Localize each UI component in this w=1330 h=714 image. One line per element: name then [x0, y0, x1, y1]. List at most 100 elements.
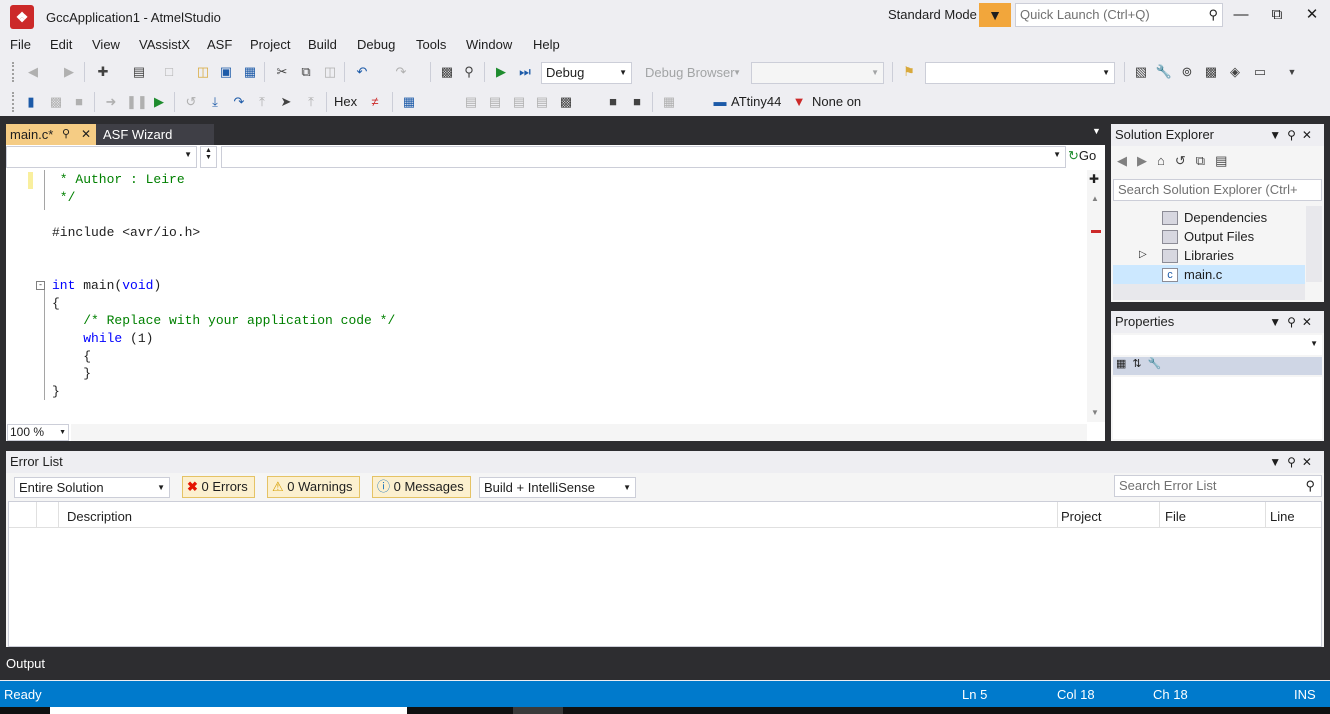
- panel-controls-icon[interactable]: ▼⚲✕: [1269, 451, 1318, 473]
- scroll-up-icon[interactable]: ▲: [1091, 194, 1099, 203]
- debug-windows-icon[interactable]: ▦: [400, 93, 418, 111]
- expand-icon[interactable]: ▷: [1139, 249, 1147, 260]
- device-programming-icon[interactable]: ▩: [438, 63, 456, 81]
- horizontal-scrollbar[interactable]: [71, 424, 1087, 441]
- panel-controls-icon[interactable]: ▼⚲✕: [1269, 124, 1318, 146]
- code-area[interactable]: - * Author : Leire */ #include <avr/io.h…: [6, 170, 1087, 422]
- tree-item-main-c[interactable]: c main.c: [1162, 267, 1222, 282]
- show-next-statement-icon[interactable]: ➜: [102, 93, 120, 111]
- paste-icon[interactable]: ◫: [321, 63, 339, 81]
- break-all-icon[interactable]: ▮: [22, 93, 40, 111]
- menu-tools[interactable]: Tools: [416, 37, 446, 52]
- quick-launch-input[interactable]: Quick Launch (Ctrl+Q) ⚲: [1015, 3, 1223, 27]
- back-icon[interactable]: ◀: [24, 63, 42, 81]
- properties-icon[interactable]: ▤: [1215, 153, 1237, 168]
- scroll-down-icon[interactable]: ▼: [1091, 408, 1099, 417]
- tool-label[interactable]: None on: [812, 94, 861, 109]
- extensions-icon[interactable]: ◈: [1226, 63, 1244, 81]
- taskbar-search[interactable]: [50, 707, 407, 714]
- start-without-debugging-icon[interactable]: ⏭: [516, 63, 534, 81]
- debug-browser-select[interactable]: Debug Browser ▼: [640, 62, 746, 84]
- property-pages-icon[interactable]: 🔧: [1148, 358, 1168, 370]
- step-into-icon[interactable]: ⤓: [206, 93, 224, 111]
- collapse-all-icon[interactable]: ⧉: [1196, 153, 1215, 168]
- history-icon[interactable]: ↺: [1175, 153, 1196, 168]
- class-view-icon[interactable]: ▩: [1202, 63, 1220, 81]
- output-tab[interactable]: Output: [0, 652, 60, 676]
- menu-help[interactable]: Help: [533, 37, 560, 52]
- reset-icon[interactable]: ↺: [182, 93, 200, 111]
- registers-icon[interactable]: ▤: [486, 93, 504, 111]
- configuration-select[interactable]: Debug ▼: [541, 62, 632, 84]
- toolbar-overflow-icon[interactable]: ▼: [1283, 63, 1301, 81]
- tab-overflow-icon[interactable]: ▼: [1092, 126, 1101, 136]
- forward-icon[interactable]: ▶: [1137, 153, 1157, 168]
- stop-icon[interactable]: ■: [70, 93, 88, 111]
- messages-filter-button[interactable]: ⓘ 0 Messages: [372, 476, 471, 498]
- step-over-icon[interactable]: ↷: [230, 93, 248, 111]
- window-layout-icon[interactable]: ▭: [1251, 63, 1269, 81]
- tree-item-libraries[interactable]: Libraries: [1162, 248, 1234, 263]
- solution-search-input[interactable]: Search Solution Explorer (Ctrl+: [1113, 179, 1322, 201]
- errors-filter-button[interactable]: ✖ 0 Errors: [182, 476, 255, 498]
- start-debugging-icon[interactable]: ▶: [492, 63, 510, 81]
- member-nav-select[interactable]: ▼: [221, 146, 1066, 168]
- undo-icon[interactable]: ↶: [353, 63, 371, 81]
- cut-icon[interactable]: ✂: [273, 63, 291, 81]
- menu-edit[interactable]: Edit: [50, 37, 72, 52]
- taskbar-item[interactable]: [513, 707, 563, 714]
- device-icon[interactable]: ▩: [47, 93, 65, 111]
- add-item-icon[interactable]: □: [160, 63, 178, 81]
- device-label[interactable]: ATtiny44: [731, 94, 781, 109]
- set-next-statement-icon[interactable]: ⤒: [302, 93, 320, 111]
- source-select[interactable]: Build + IntelliSense ▼: [479, 477, 636, 498]
- solution-explorer-icon[interactable]: ▧: [1132, 63, 1150, 81]
- forward-icon[interactable]: ▶: [60, 63, 78, 81]
- find-icon[interactable]: ⚲: [460, 63, 478, 81]
- back-icon[interactable]: ◀: [1117, 153, 1137, 168]
- tab-asf-wizard[interactable]: ASF Wizard: [96, 124, 214, 145]
- menu-file[interactable]: File: [10, 37, 31, 52]
- find-combo[interactable]: ▼: [925, 62, 1115, 84]
- pause-icon[interactable]: ❚❚: [126, 93, 148, 111]
- tree-scrollbar[interactable]: [1306, 206, 1322, 282]
- menu-window[interactable]: Window: [466, 37, 512, 52]
- copy-icon[interactable]: ⧉: [297, 63, 315, 81]
- continue-icon[interactable]: ▶: [150, 93, 168, 111]
- platform-select[interactable]: ▼: [751, 62, 884, 84]
- open-folder-icon[interactable]: ◫: [194, 63, 212, 81]
- menu-project[interactable]: Project: [250, 37, 290, 52]
- maximize-button[interactable]: ⧉: [1265, 5, 1289, 25]
- project-nav-select[interactable]: ▼: [6, 146, 197, 168]
- panel-controls-icon[interactable]: ▼⚲✕: [1269, 311, 1318, 333]
- scope-select[interactable]: Entire Solution ▼: [14, 477, 170, 498]
- go-button[interactable]: ↻Go: [1068, 148, 1096, 164]
- close-button[interactable]: ✕: [1300, 5, 1324, 25]
- upload-icon[interactable]: ■: [604, 93, 622, 111]
- new-file-icon[interactable]: ▤: [130, 63, 148, 81]
- object-select[interactable]: ▼: [1113, 335, 1322, 355]
- redo-icon[interactable]: ↷: [392, 63, 410, 81]
- column-project[interactable]: Project: [1061, 509, 1101, 524]
- pin-icon[interactable]: ⚲: [62, 127, 70, 140]
- zoom-select[interactable]: 100 % ▼: [7, 424, 69, 441]
- categorized-icon[interactable]: ▦: [1116, 358, 1132, 370]
- tree-item-output-files[interactable]: Output Files: [1162, 229, 1254, 244]
- menu-view[interactable]: View: [92, 37, 120, 52]
- download-icon[interactable]: ■: [628, 93, 646, 111]
- io-view-icon[interactable]: ▤: [533, 93, 551, 111]
- menu-debug[interactable]: Debug: [357, 37, 395, 52]
- column-description[interactable]: Description: [67, 509, 132, 524]
- split-toggle[interactable]: ▲ ▼: [200, 146, 217, 168]
- warnings-filter-button[interactable]: ⚠ 0 Warnings: [267, 476, 360, 498]
- home-icon[interactable]: ⌂: [1157, 153, 1175, 168]
- save-all-icon[interactable]: ▦: [241, 63, 259, 81]
- toolbar-grip[interactable]: [12, 92, 16, 112]
- menu-asf[interactable]: ASF: [207, 37, 232, 52]
- chip-icon[interactable]: ▬: [711, 93, 729, 111]
- toolbox-icon[interactable]: ⊚: [1178, 63, 1196, 81]
- menu-build[interactable]: Build: [308, 37, 337, 52]
- trace-icon[interactable]: ▦: [660, 93, 678, 111]
- column-file[interactable]: File: [1165, 509, 1186, 524]
- properties-icon[interactable]: 🔧: [1155, 63, 1173, 81]
